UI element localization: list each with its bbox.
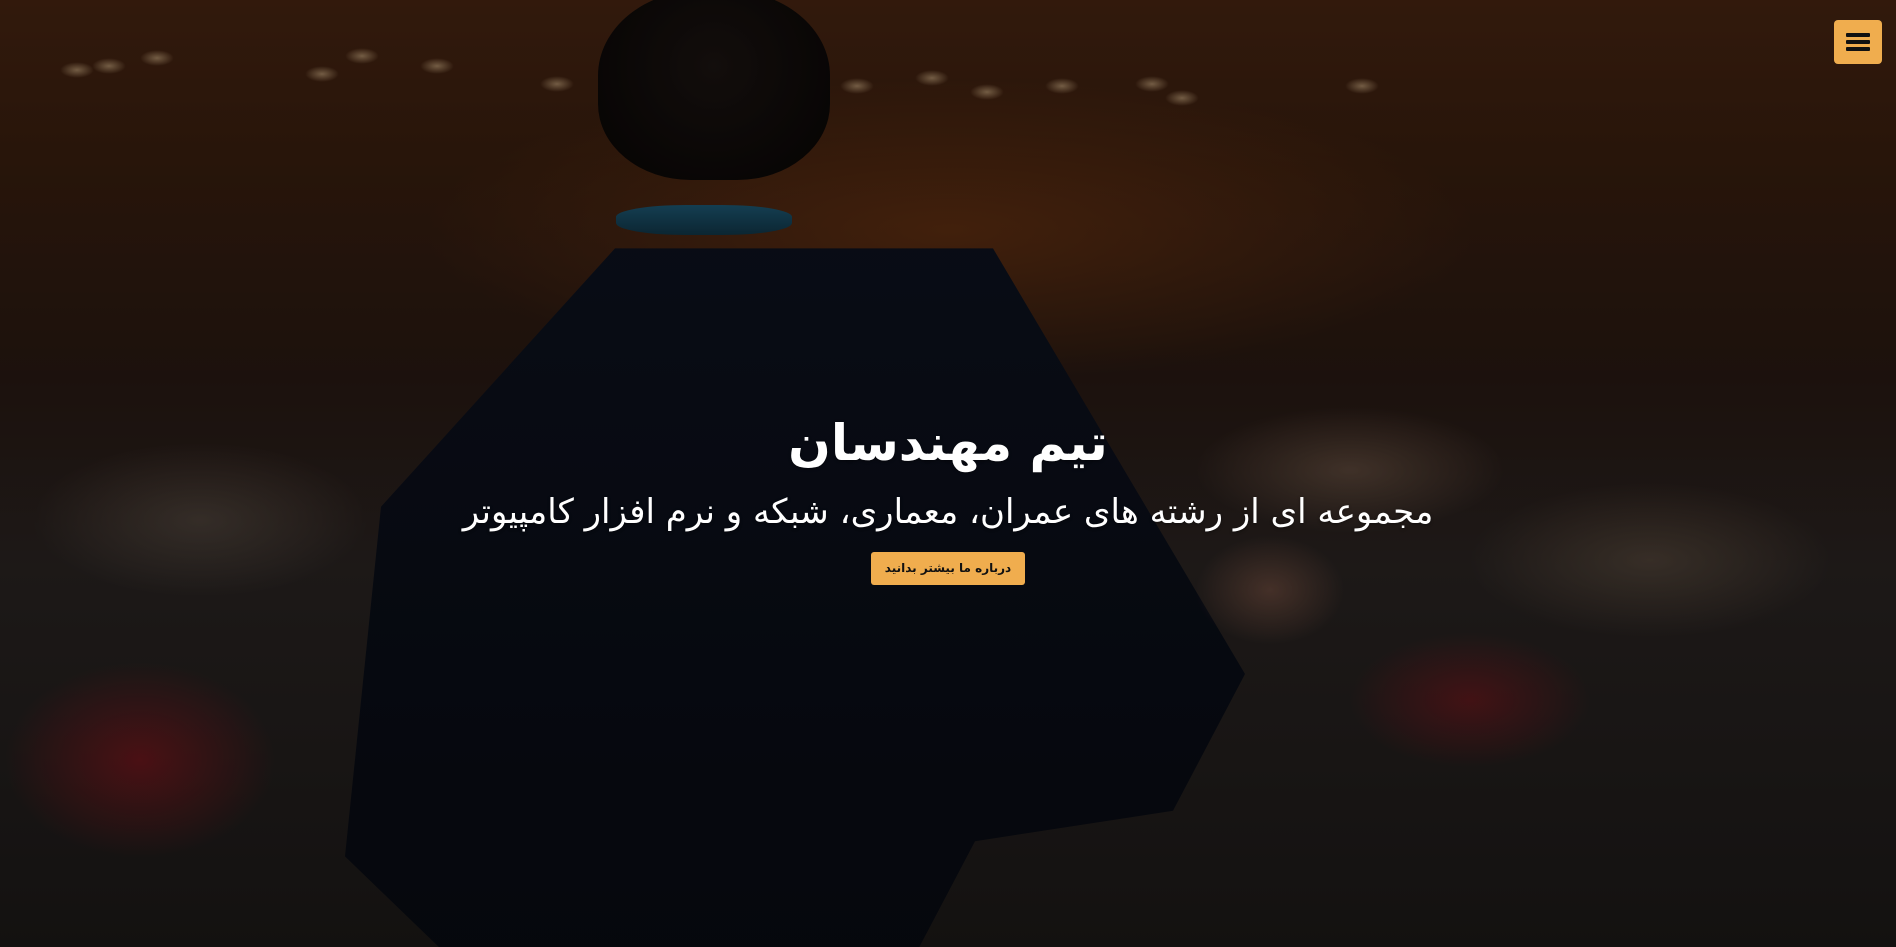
menu-toggle-button[interactable]	[1834, 20, 1882, 64]
about-us-button[interactable]: درباره ما بیشتر بدانید	[870, 552, 1026, 585]
hamburger-menu-icon	[1846, 33, 1870, 51]
hero-section: تیم مهندسان مجموعه ای از رشته های عمران،…	[0, 0, 1896, 947]
hero-title: تیم مهندسان	[788, 414, 1108, 472]
hero-content: تیم مهندسان مجموعه ای از رشته های عمران،…	[0, 412, 1896, 585]
hero-subtitle: مجموعه ای از رشته های عمران، معماری، شبک…	[462, 492, 1434, 532]
